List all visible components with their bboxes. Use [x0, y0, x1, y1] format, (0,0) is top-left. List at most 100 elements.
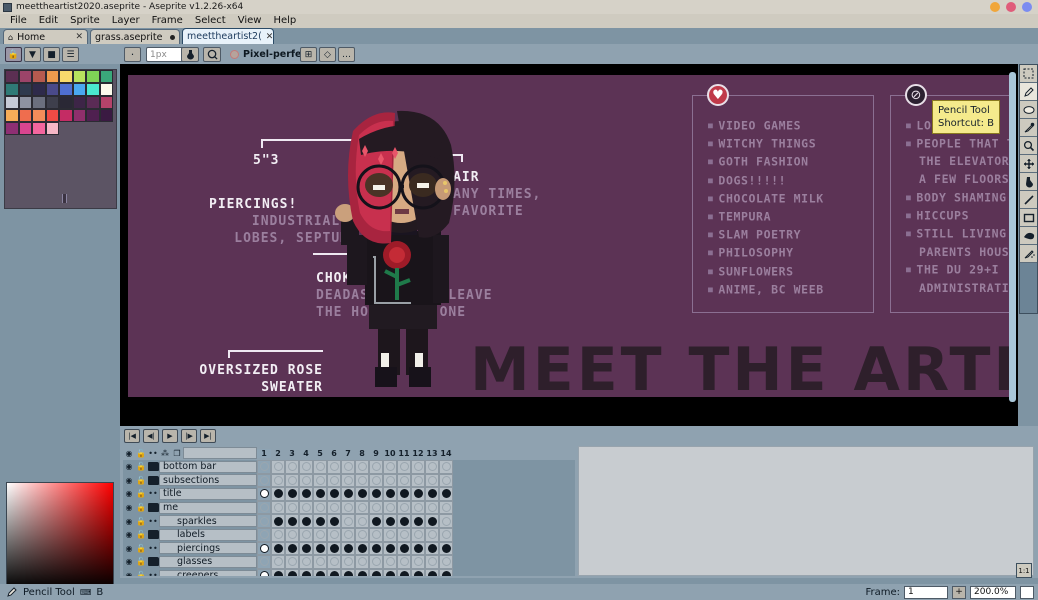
timeline-cel[interactable]: [313, 500, 327, 515]
palette-swatch[interactable]: [32, 70, 46, 83]
timeline-cel[interactable]: [285, 527, 299, 542]
frame-number-header[interactable]: 1: [257, 448, 271, 458]
palette-swatch[interactable]: [45, 109, 59, 122]
eraser-tool[interactable]: [1020, 101, 1037, 119]
palette-swatch[interactable]: [99, 70, 113, 83]
timeline-cel[interactable]: [355, 555, 369, 569]
timeline-cel[interactable]: [257, 473, 271, 488]
timeline-cel[interactable]: [411, 514, 425, 528]
palette-swatch[interactable]: [59, 96, 73, 109]
layer-continuous-icon[interactable]: ••: [147, 488, 159, 500]
timeline-cel[interactable]: [369, 514, 383, 528]
timeline-cel[interactable]: [299, 460, 313, 474]
frame-number-header[interactable]: 7: [341, 449, 355, 458]
timeline-layer-row[interactable]: ◉ 🔓 me: [123, 500, 575, 515]
frame-number-header[interactable]: 8: [355, 449, 369, 458]
frame-number-header[interactable]: 2: [271, 449, 285, 458]
pencil-tool[interactable]: [1020, 83, 1037, 101]
ink-type-button[interactable]: [181, 47, 199, 62]
color-palette[interactable]: [5, 70, 115, 135]
go-to-last-frame-button[interactable]: ▶|: [200, 429, 216, 443]
timeline-cel[interactable]: [355, 514, 369, 528]
filled-square-button[interactable]: ■: [43, 47, 60, 62]
timeline-cel[interactable]: [411, 555, 425, 569]
timeline-cel[interactable]: [383, 568, 397, 576]
timeline-cel[interactable]: [355, 460, 369, 474]
timeline-cel[interactable]: [271, 500, 285, 515]
symmetry-button[interactable]: ⊞: [300, 47, 317, 62]
timeline-cel[interactable]: [369, 487, 383, 501]
layer-name-cell[interactable]: subsections: [159, 474, 257, 487]
timeline-cel[interactable]: [285, 514, 299, 528]
layer-lock-icon[interactable]: 🔓: [135, 556, 147, 568]
tab-meettheartist[interactable]: meettheartist2( ✕: [182, 28, 274, 44]
timeline-cel[interactable]: [285, 568, 299, 576]
timeline-cel[interactable]: [397, 527, 411, 542]
paint-bucket-tool[interactable]: [1020, 173, 1037, 191]
frame-number-header[interactable]: 4: [299, 449, 313, 458]
down-arrow-button[interactable]: ▼: [24, 47, 41, 62]
palette-swatch[interactable]: [86, 109, 100, 122]
timeline-layer-row[interactable]: ◉ 🔓 •• sparkles: [123, 514, 575, 528]
layer-continuous-icon[interactable]: ••: [147, 570, 159, 576]
palette-swatch[interactable]: [72, 70, 86, 83]
timeline-cel[interactable]: [299, 514, 313, 528]
layer-lock-icon[interactable]: 🔓: [135, 570, 147, 576]
palette-swatch[interactable]: [32, 83, 46, 96]
move-tool[interactable]: [1020, 155, 1037, 173]
palette-swatch[interactable]: [18, 83, 32, 96]
palette-swatch[interactable]: [59, 70, 73, 83]
layer-name-cell[interactable]: title: [159, 487, 257, 500]
timeline-cel[interactable]: [411, 500, 425, 515]
timeline-cel[interactable]: [383, 541, 397, 556]
timeline-cel[interactable]: [341, 473, 355, 488]
tab-grass[interactable]: grass.aseprite: [90, 29, 180, 44]
layer-visibility-icon[interactable]: ◉: [123, 488, 135, 500]
minimize-button[interactable]: [990, 2, 1000, 12]
palette-swatch[interactable]: [59, 83, 73, 96]
close-icon[interactable]: ✕: [266, 32, 274, 42]
layer-lock-icon[interactable]: 🔓: [135, 542, 147, 554]
zoom-input[interactable]: 200.0%: [970, 585, 1016, 599]
layer-continuous-icon[interactable]: ••: [147, 542, 159, 554]
lock-aspect-button[interactable]: 🔒: [5, 47, 22, 62]
timeline-cel[interactable]: [439, 514, 453, 528]
frame-number-header[interactable]: 14: [439, 449, 453, 458]
close-icon[interactable]: ✕: [75, 32, 83, 42]
timeline-cel[interactable]: [383, 514, 397, 528]
layer-name-cell[interactable]: sparkles: [159, 515, 257, 528]
continuous-icon[interactable]: ••: [147, 447, 159, 459]
timeline-cel[interactable]: [327, 527, 341, 542]
layer-lock-icon[interactable]: 🔓: [135, 529, 147, 541]
timeline-cel[interactable]: [397, 555, 411, 569]
timeline-cel[interactable]: [341, 500, 355, 515]
timeline-layer-row[interactable]: ◉ 🔓 subsections: [123, 473, 575, 488]
lock-icon[interactable]: 🔓: [135, 447, 147, 459]
onion-skin-icon[interactable]: ⁂: [159, 447, 171, 459]
layer-folder-icon[interactable]: [147, 529, 159, 541]
eye-icon[interactable]: ◉: [123, 447, 135, 459]
layer-visibility-icon[interactable]: ◉: [123, 529, 135, 541]
timeline-cel[interactable]: [355, 487, 369, 501]
go-to-first-frame-button[interactable]: |◀: [124, 429, 140, 443]
timeline-cel[interactable]: [425, 487, 439, 501]
timeline-cel[interactable]: [299, 541, 313, 556]
rectangle-tool[interactable]: [1020, 209, 1037, 227]
timeline-cel[interactable]: [411, 460, 425, 474]
timeline-cel[interactable]: [271, 555, 285, 569]
timeline-cel[interactable]: [425, 473, 439, 488]
timeline-cel[interactable]: [369, 527, 383, 542]
canvas-viewport[interactable]: 5"3 PIERCINGS! INDUSTRIAL, LOBES, SEPTUM…: [120, 64, 1018, 426]
timeline-cel[interactable]: [271, 541, 285, 556]
frame-input[interactable]: 1: [904, 585, 948, 599]
timeline-cel[interactable]: [341, 487, 355, 501]
menu-item-sprite[interactable]: Sprite: [64, 14, 106, 28]
timeline-cel[interactable]: [327, 541, 341, 556]
timeline-cel[interactable]: [341, 568, 355, 576]
palette-swatch[interactable]: [45, 122, 59, 135]
frame-number-header[interactable]: 3: [285, 449, 299, 458]
tab-home[interactable]: ⌂ Home ✕: [3, 29, 88, 44]
timeline-cel[interactable]: [411, 541, 425, 556]
timeline-cel[interactable]: [341, 514, 355, 528]
timeline-layer-row[interactable]: ◉ 🔓 •• piercings: [123, 541, 575, 556]
